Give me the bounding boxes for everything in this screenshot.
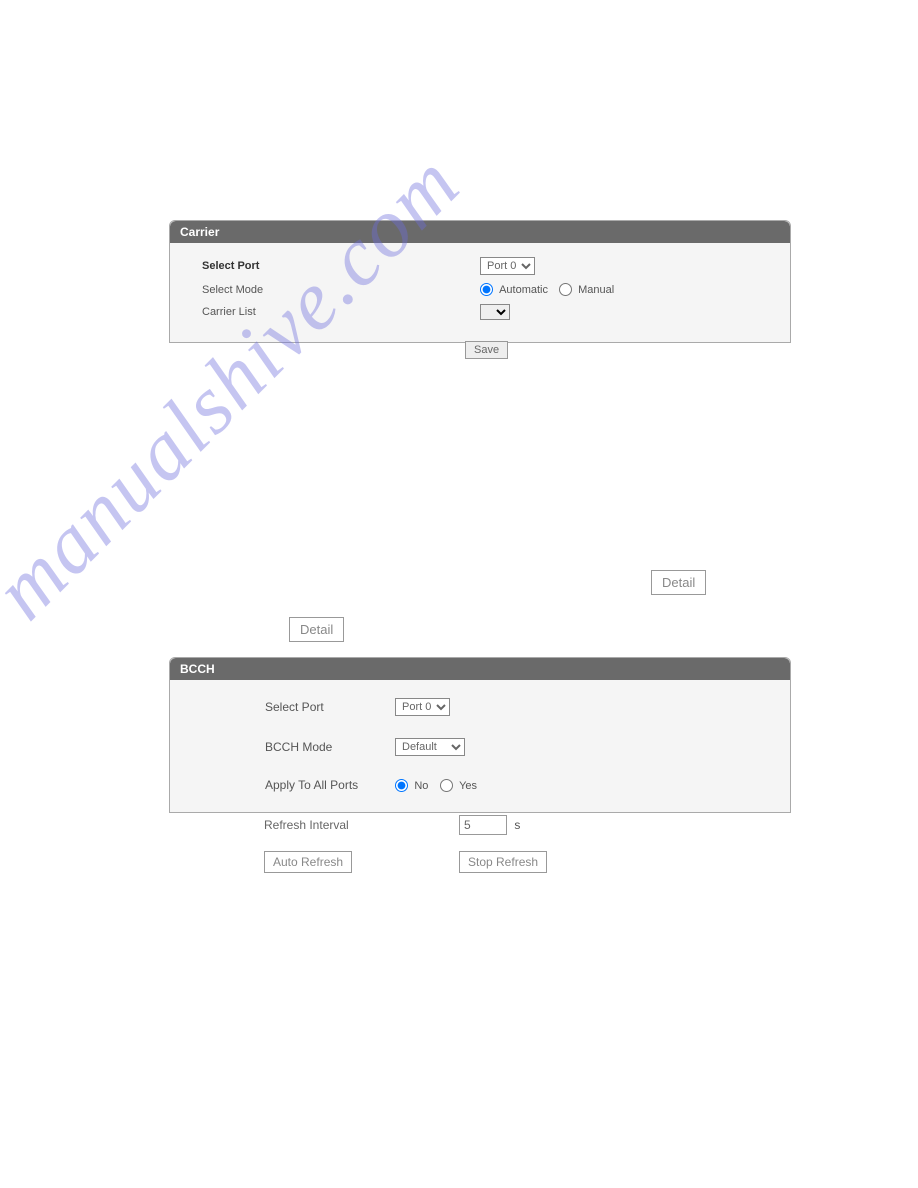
save-button[interactable]: Save (465, 341, 508, 359)
detail-button-1[interactable]: Detail (651, 570, 706, 595)
apply-yes-radio[interactable] (440, 779, 453, 792)
carrier-list-label: Carrier List (200, 306, 480, 318)
apply-all-ports-label: Apply To All Ports (200, 778, 395, 792)
refresh-interval-unit: s (514, 818, 520, 832)
stop-refresh-button[interactable]: Stop Refresh (459, 851, 547, 873)
mode-automatic-label: Automatic (499, 284, 548, 296)
bcch-mode-dropdown[interactable]: Default (395, 738, 465, 756)
select-port-label: Select Port (200, 260, 480, 272)
bcch-mode-label: BCCH Mode (200, 740, 395, 754)
mode-automatic-radio[interactable] (480, 283, 493, 296)
apply-yes-label: Yes (459, 780, 477, 792)
bcch-panel-title: BCCH (170, 658, 790, 680)
apply-no-radio[interactable] (395, 779, 408, 792)
bcch-select-port-dropdown[interactable]: Port 0 (395, 698, 450, 716)
refresh-interval-label: Refresh Interval (264, 818, 459, 832)
carrier-panel-title: Carrier (170, 221, 790, 243)
bcch-select-port-label: Select Port (200, 700, 395, 714)
apply-no-label: No (414, 780, 428, 792)
mode-manual-radio[interactable] (559, 283, 572, 296)
carrier-list-dropdown[interactable] (480, 304, 510, 320)
mode-manual-label: Manual (578, 284, 614, 296)
refresh-interval-input[interactable] (459, 815, 507, 835)
carrier-panel: Carrier Select Port Port 0 Select Mode A… (169, 220, 791, 343)
detail-button-2[interactable]: Detail (289, 617, 344, 642)
auto-refresh-button[interactable]: Auto Refresh (264, 851, 352, 873)
select-mode-label: Select Mode (200, 284, 480, 296)
bcch-panel: BCCH Select Port Port 0 BCCH Mode Defaul… (169, 657, 791, 813)
select-port-dropdown[interactable]: Port 0 (480, 257, 535, 275)
